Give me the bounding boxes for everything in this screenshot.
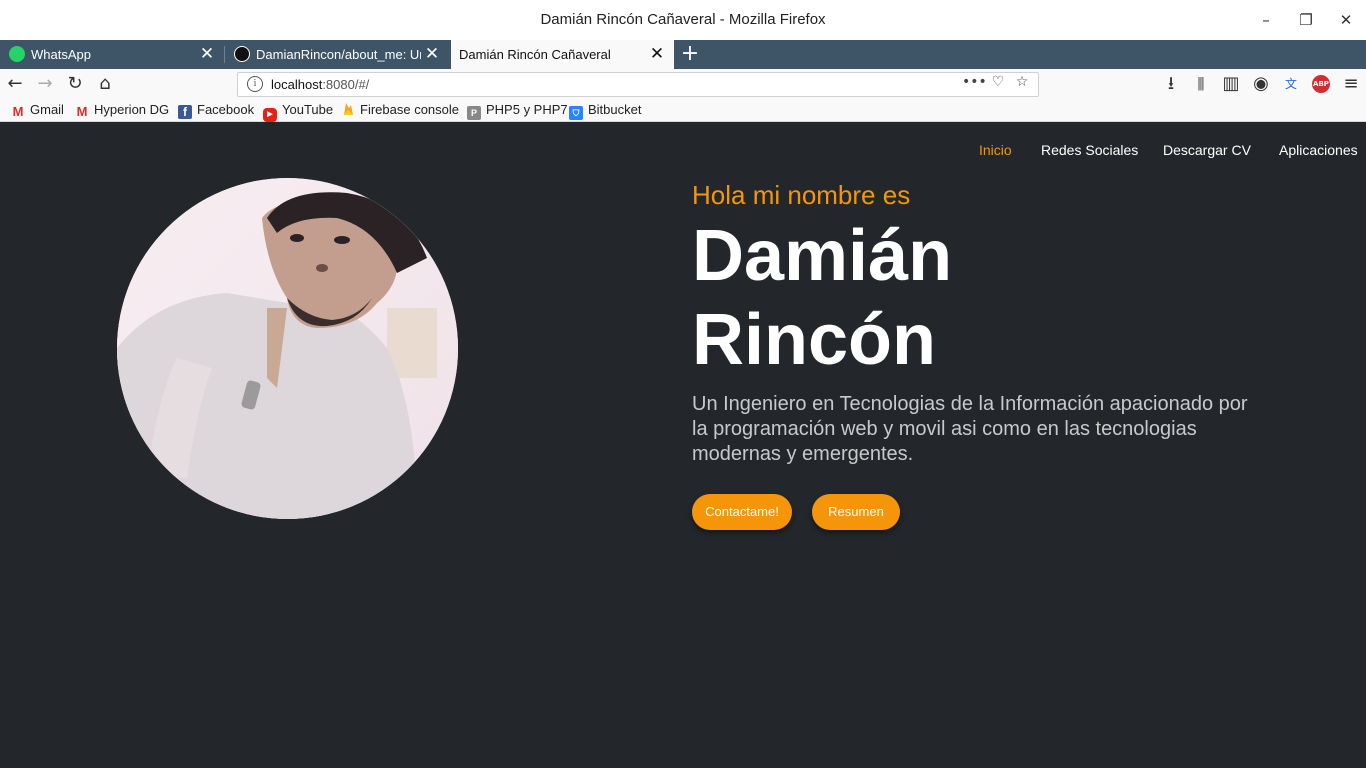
url-host: localhost [271,77,323,92]
profile-photo [117,178,458,519]
url-path: :8080/#/ [322,77,370,92]
facebook-icon: f [178,105,192,119]
adblock-icon[interactable]: ABP [1309,72,1333,96]
url-text[interactable]: localhost:8080/#/ [271,77,369,92]
bookmark-label: Bitbucket [588,102,642,117]
bookmark-firebase[interactable]: Firebase console [341,102,459,117]
download-icon[interactable]: ⭳ [1159,72,1183,96]
url-bar[interactable]: i localhost:8080/#/ ••• ♡ ☆ [237,72,1039,97]
gmail-icon: M [12,104,24,119]
reload-icon[interactable]: ↻ [63,72,87,96]
bookmark-label: Hyperion DG [94,102,170,117]
tab-bar: WhatsApp ✕ DamianRincon/about_me: Un ✕ D… [0,40,1366,69]
window-titlebar: Damián Rincón Cañaveral - Mozilla Firefo… [0,0,1366,40]
tab-title: Damián Rincón Cañaveral [459,47,611,62]
hero-name-first: Damián [692,216,953,296]
bookmarks-toolbar: M Gmail M Hyperion DG f Facebook ▶ YouTube F… [0,99,1366,122]
contact-button[interactable]: Contactame! [692,494,792,530]
close-tab-icon[interactable]: ✕ [423,44,441,64]
bookmark-label: Facebook [197,102,255,117]
bitbucket-icon: ⛉ [569,106,583,120]
bookmark-bitbucket[interactable]: ⛉ Bitbucket [569,102,641,120]
account-icon[interactable]: ◉ [1249,72,1273,96]
hero-name: Damián Rincón [692,214,952,382]
pocket-icon[interactable]: ♡ [986,74,1010,90]
summary-button[interactable]: Resumen [812,494,900,530]
bookmark-facebook[interactable]: f Facebook [178,102,254,119]
hero-greeting: Hola mi nombre es [692,180,911,210]
firebase-icon [341,102,355,116]
bookmark-label: YouTube [282,102,334,117]
nav-link-aplicaciones[interactable]: Aplicaciones [1279,142,1358,158]
page-actions-icon[interactable]: ••• [962,74,987,90]
close-window-button[interactable]: ✕ [1334,8,1358,32]
hero-description: Un Ingeniero en Tecnologias de la Inform… [692,393,1248,465]
bookmark-youtube[interactable]: ▶ YouTube [263,102,333,122]
bookmark-hyperion[interactable]: M Hyperion DG [75,102,170,119]
restore-button[interactable]: ❐ [1294,8,1318,32]
url-actions: ••• ♡ ☆ [962,74,1034,90]
sidebar-icon[interactable]: ▥ [1219,72,1243,96]
bookmark-label: PHP5 y PHP7 [486,102,568,117]
back-icon[interactable]: ← [3,72,27,96]
youtube-icon: ▶ [263,108,277,122]
tab-github[interactable]: DamianRincon/about_me: Un ✕ [225,40,450,69]
new-tab-button[interactable]: + [678,42,702,66]
minimize-button[interactable]: – [1254,8,1278,32]
gmail-icon: M [76,104,88,119]
php-icon: P [467,106,481,120]
close-tab-icon[interactable]: ✕ [198,44,216,64]
bookmark-php[interactable]: P PHP5 y PHP7 [467,102,568,120]
bookmark-label: Gmail [30,102,64,117]
whatsapp-icon [9,46,25,62]
window-title: Damián Rincón Cañaveral - Mozilla Firefo… [540,11,826,28]
translate-icon[interactable]: 文 [1279,72,1303,96]
navigation-toolbar: ← → ↻ ⌂ i localhost:8080/#/ ••• ♡ ☆ ⭳ ⫼ ▥ … [0,69,1366,99]
tab-title: DamianRincon/about_me: Un [256,47,421,62]
home-icon[interactable]: ⌂ [93,72,117,96]
bookmark-gmail[interactable]: M Gmail [11,102,64,119]
adblock-badge: ABP [1312,75,1330,93]
github-icon [234,46,250,62]
bookmark-label: Firebase console [360,102,459,117]
info-icon[interactable]: i [247,76,263,92]
nav-link-descargar-cv[interactable]: Descargar CV [1163,142,1251,158]
menu-icon[interactable]: ≡ [1339,72,1363,96]
page-content: Inicio Redes Sociales Descargar CV Aplic… [0,122,1366,768]
library-icon[interactable]: ⫼ [1189,72,1213,96]
tab-title: WhatsApp [31,47,91,62]
hero-name-last: Rincón [692,300,936,380]
tab-active-portfolio[interactable]: Damián Rincón Cañaveral ✕ [451,40,674,69]
forward-icon[interactable]: → [33,72,57,96]
profile-photo-illustration [117,178,458,519]
tab-whatsapp[interactable]: WhatsApp ✕ [0,40,224,69]
nav-link-inicio[interactable]: Inicio [979,142,1012,158]
nav-link-redes-sociales[interactable]: Redes Sociales [1041,142,1138,158]
bookmark-star-icon[interactable]: ☆ [1010,74,1034,90]
close-tab-icon[interactable]: ✕ [648,44,666,64]
